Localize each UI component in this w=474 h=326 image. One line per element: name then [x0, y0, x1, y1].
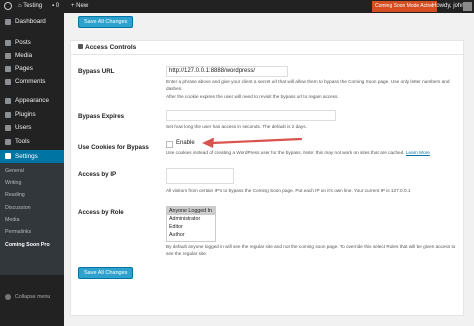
menu-media[interactable]: Media [0, 50, 64, 62]
menu-users[interactable]: Users [0, 122, 64, 134]
submenu-reading[interactable]: Reading [5, 190, 25, 201]
brush-icon [5, 98, 11, 104]
comments-count: 0 [55, 3, 60, 9]
role-option[interactable]: Author [167, 231, 215, 239]
enable-label[interactable]: Enable [176, 140, 195, 146]
access-by-role-select[interactable]: Anyone Logged In Administrator Editor Au… [166, 206, 216, 242]
menu-posts[interactable]: Posts [0, 37, 64, 49]
comment-icon [5, 79, 11, 85]
settings-icon [5, 153, 11, 159]
page-icon [5, 66, 11, 72]
bypass-expires-input[interactable] [166, 110, 336, 121]
new-label: New [76, 3, 89, 9]
bypass-url-label: Bypass URL [78, 68, 115, 75]
access-by-ip-description: All visitors from certain IP's to bypass… [166, 188, 411, 193]
lock-icon [78, 44, 83, 49]
menu-settings[interactable]: Settings [0, 150, 64, 163]
comments-link[interactable]: ▪ 0 [52, 0, 59, 13]
role-option[interactable]: Anyone Logged In [167, 207, 215, 215]
submenu-general[interactable]: General [5, 166, 24, 177]
submenu-media[interactable]: Media [5, 215, 19, 226]
panel-title: Access Controls [78, 44, 136, 51]
site-name: Testing [23, 3, 43, 9]
plugin-icon [5, 112, 11, 118]
red-arrow-annotation [202, 137, 303, 148]
collapse-icon [5, 294, 11, 300]
submenu-writing[interactable]: Writing [5, 178, 21, 189]
avatar[interactable] [463, 2, 472, 11]
bypass-url-description: Enter a phrase above and give your clien… [166, 79, 450, 91]
role-option[interactable]: Administrator [167, 215, 215, 223]
collapse-menu[interactable]: Collapse menu [0, 291, 64, 303]
use-cookies-description: Use cookies instead of creating a WordPr… [166, 150, 430, 155]
menu-appearance[interactable]: Appearance [0, 95, 64, 107]
menu-plugins[interactable]: Plugins [0, 109, 64, 121]
settings-submenu: General Writing Reading Discussion Media… [0, 163, 64, 275]
menu-tools[interactable]: Tools [0, 136, 64, 148]
save-all-changes-button-bottom[interactable]: Save All Changes [78, 267, 134, 279]
use-cookies-checkbox[interactable] [166, 141, 173, 148]
pin-icon [5, 40, 11, 46]
menu-pages[interactable]: Pages [0, 63, 64, 75]
bypass-expires-label: Bypass Expires [78, 113, 125, 120]
panel-divider [71, 54, 463, 55]
save-all-changes-button-top[interactable]: Save All Changes [78, 16, 134, 28]
site-name-link[interactable]: ⌂ Testing [18, 0, 42, 13]
wrench-icon [5, 139, 11, 145]
dashboard-icon [5, 19, 11, 25]
role-option[interactable]: Editor [167, 223, 215, 231]
admin-sidebar: Dashboard Posts Media Pages Comments App… [0, 13, 64, 326]
bypass-expires-description: Set how long the user has access in seco… [166, 124, 307, 129]
media-icon [5, 53, 11, 59]
access-by-role-description: By default anyone logged in will see the… [166, 244, 456, 256]
submenu-coming-soon-pro[interactable]: Coming Soon Pro [5, 240, 50, 251]
user-icon [5, 125, 11, 131]
coming-soon-badge[interactable]: Coming Soon Mode Active [372, 1, 437, 12]
access-by-role-label: Access by Role [78, 209, 124, 216]
submenu-permalinks[interactable]: Permalinks [5, 227, 31, 238]
use-cookies-label: Use Cookies for Bypass [78, 144, 149, 151]
submenu-discussion[interactable]: Discussion [5, 203, 31, 214]
menu-dashboard[interactable]: Dashboard [0, 16, 64, 28]
wordpress-logo-icon[interactable] [4, 0, 14, 13]
new-content-link[interactable]: + New [71, 0, 88, 13]
menu-comments[interactable]: Comments [0, 76, 64, 88]
admin-bar: ⌂ Testing ▪ 0 + New Coming Soon Mode Act… [0, 0, 474, 13]
access-by-ip-label: Access by IP [78, 171, 117, 178]
access-by-ip-textarea[interactable] [166, 168, 234, 184]
bypass-url-description-2: After the cookie expires the user will n… [166, 94, 339, 99]
bypass-url-input[interactable]: http://127.0.0.1:8888/wordpress/ [166, 66, 288, 77]
howdy-user[interactable]: Howdy, john [432, 0, 465, 13]
learn-more-link[interactable]: Learn More [406, 150, 430, 155]
